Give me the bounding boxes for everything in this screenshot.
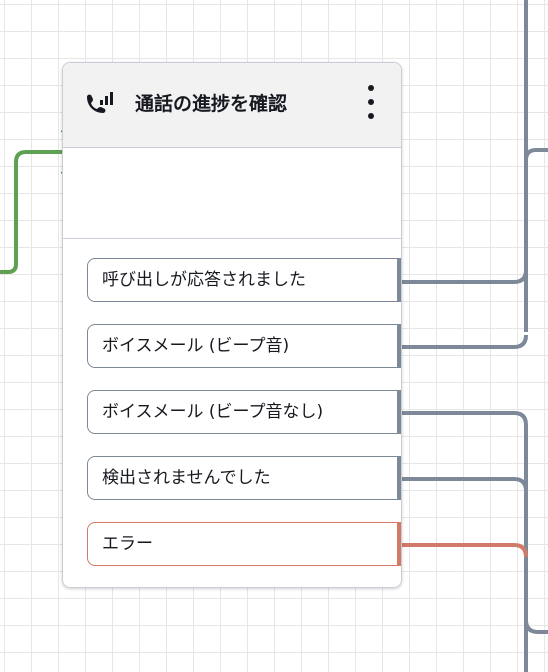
more-vertical-icon[interactable]: [359, 81, 383, 123]
connector-bottom-cap: [524, 619, 548, 634]
connector-branch-4: [400, 477, 528, 492]
call-progress-icon: [83, 91, 117, 119]
block-title: 通話の進捗を確認: [135, 93, 288, 115]
connector-branch-5-error: [400, 543, 528, 558]
branch-voicemail-beep[interactable]: ボイスメール (ビープ音): [87, 324, 401, 368]
connector-branch-1: [400, 269, 528, 284]
branch-voicemail-no-beep[interactable]: ボイスメール (ビープ音なし): [87, 390, 401, 434]
block-input-area: [63, 148, 401, 239]
branch-call-answered[interactable]: 呼び出しが応答されました: [87, 258, 401, 302]
connector-trunk-mid-cap: [524, 148, 548, 161]
check-call-progress-block[interactable]: 通話の進捗を確認 呼び出しが応答されました ボイスメール (ビープ音) ボイスメ…: [62, 62, 402, 588]
branch-error[interactable]: エラー: [87, 522, 401, 566]
connector-branch-2: [400, 334, 528, 349]
branch-not-detected[interactable]: 検出されませんでした: [87, 456, 401, 500]
connector-branch-3: [400, 411, 528, 672]
block-header[interactable]: 通話の進捗を確認: [63, 63, 401, 148]
